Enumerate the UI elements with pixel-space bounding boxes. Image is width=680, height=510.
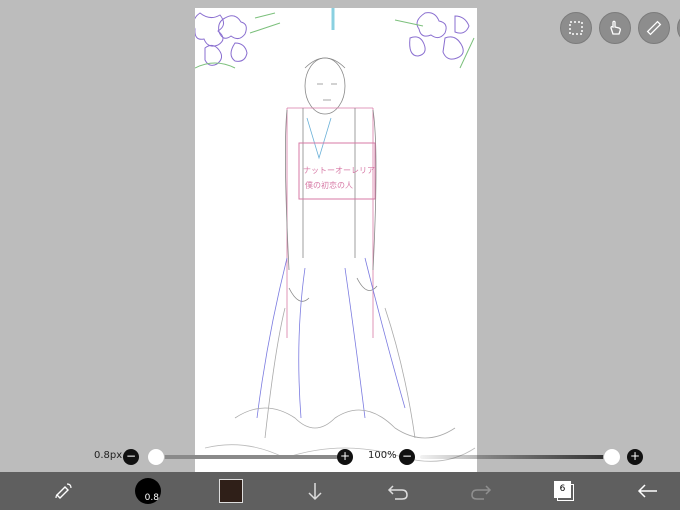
hand-pointer-icon <box>610 20 621 35</box>
back-arrow-icon <box>637 484 657 498</box>
opacity-minus-button[interactable]: − <box>399 449 415 465</box>
brush-size-slider-thumb[interactable] <box>147 448 165 466</box>
ruler-icon <box>646 20 662 36</box>
sketch-drawing: ナットーオーレリア 僕の初恋の人 <box>195 8 476 462</box>
layer-count: 6 <box>554 481 571 498</box>
flower-decoration-right <box>394 12 475 69</box>
color-swatch-icon <box>219 479 243 503</box>
brush-eraser-swap-icon <box>55 483 72 499</box>
back-button[interactable] <box>634 472 662 510</box>
flower-decoration-left <box>195 12 281 69</box>
brush-size-plus-button[interactable]: + <box>337 449 353 465</box>
opacity-plus-button[interactable]: + <box>627 449 643 465</box>
brush-size-label: 0.8px <box>94 450 123 461</box>
redo-button[interactable] <box>468 472 494 510</box>
label-line-2: 僕の初恋の人 <box>305 180 353 190</box>
brush-size-icon: 0.8 <box>135 478 161 504</box>
hand-tool-button[interactable] <box>599 12 631 44</box>
color-picker-button[interactable] <box>218 472 244 510</box>
brush-size-button[interactable]: 0.8 <box>133 472 163 510</box>
figure-sketch <box>204 57 476 462</box>
brush-size-badge: 0.8 <box>144 493 159 503</box>
layers-icon: 6 <box>554 481 574 501</box>
selection-tool-button[interactable] <box>560 12 592 44</box>
undo-button[interactable] <box>385 472 411 510</box>
ruler-tool-button[interactable] <box>638 12 670 44</box>
opacity-slider-thumb[interactable] <box>603 448 621 466</box>
dashed-selection-icon <box>569 21 583 35</box>
opacity-slider-track[interactable] <box>420 455 616 459</box>
opacity-label: 100% <box>368 450 397 461</box>
canvas-workspace[interactable]: ナットーオーレリア 僕の初恋の人 0.8px − + 100% − + <box>0 0 680 472</box>
label-line-1: ナットーオーレリア <box>303 166 375 175</box>
layers-button[interactable]: 6 <box>551 472 577 510</box>
brush-eraser-swap-button[interactable] <box>48 472 80 510</box>
download-button[interactable] <box>302 472 328 510</box>
bottom-toolbar: 0.8 6 <box>0 472 680 510</box>
brush-size-minus-button[interactable]: − <box>123 449 139 465</box>
download-arrow-icon <box>308 483 322 501</box>
redo-icon <box>471 485 492 500</box>
artboard[interactable]: ナットーオーレリア 僕の初恋の人 <box>195 8 477 472</box>
undo-icon <box>387 485 408 500</box>
brush-size-slider-track[interactable] <box>150 455 338 459</box>
